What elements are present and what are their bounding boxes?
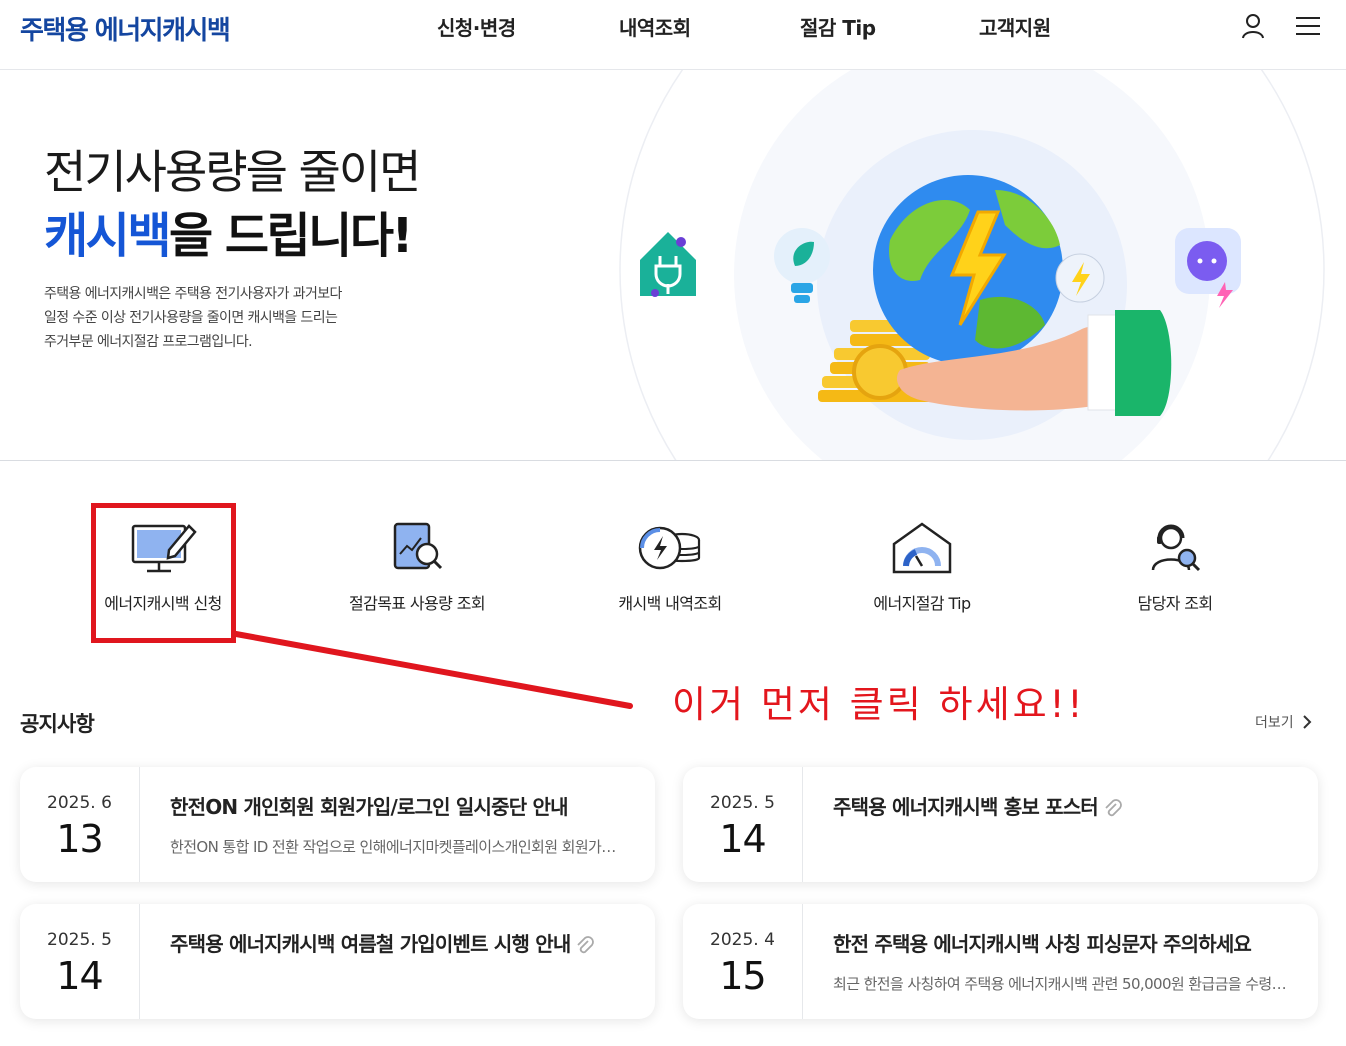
hero-title-line1: 전기사용량을 줄이면 <box>44 145 422 199</box>
notice-title: 한전ON 개인회원 회원가입/로그인 일시중단 안내 <box>170 795 569 819</box>
notice-day: 14 <box>719 817 766 861</box>
attachment-icon <box>1105 798 1122 816</box>
notice-date: 2025. 5 14 <box>683 767 803 882</box>
report-search-icon <box>393 522 443 570</box>
notice-title: 주택용 에너지캐시백 여름철 가입이벤트 시행 안내 <box>170 932 571 956</box>
energy-badge-icon <box>1055 253 1105 303</box>
nav-support[interactable]: 고객지원 <box>979 12 1051 41</box>
notice-card[interactable]: 2025. 5 14 주택용 에너지캐시백 홍보 포스터 <box>683 767 1318 882</box>
hero-title-line2: 캐시백을 드립니다! <box>44 196 413 266</box>
notice-title-row: 주택용 에너지캐시백 여름철 가입이벤트 시행 안내 <box>170 928 596 957</box>
highlight-box <box>91 503 236 643</box>
notice-summary: 최근 한전을 사칭하여 주택용 에너지캐시백 관련 50,000원 환급금을 수… <box>833 975 1288 993</box>
notice-day: 15 <box>719 954 766 998</box>
nav-history[interactable]: 내역조회 <box>619 12 691 41</box>
more-link[interactable]: 더보기 <box>1255 712 1294 732</box>
hero-title-rest: 을 드립니다! <box>168 208 413 264</box>
notice-title: 주택용 에너지캐시백 홍보 포스터 <box>833 795 1099 819</box>
notice-title-row: 주택용 에너지캐시백 홍보 포스터 <box>833 791 1124 820</box>
hero-description: 주택용 에너지캐시백은 주택용 전기사용자가 과거보다 일정 수준 이상 전기사… <box>44 282 404 354</box>
hero-title-accent: 캐시백 <box>44 208 171 264</box>
notice-date: 2025. 4 15 <box>683 904 803 1019</box>
site-header: 주택용 에너지캐시백 신청·변경 내역조회 절감 Tip 고객지원 <box>0 0 1346 70</box>
attachment-icon <box>577 935 595 953</box>
hero-desc-line: 일정 수준 이상 전기사용량을 줄이면 캐시백을 드리는 <box>44 310 338 326</box>
house-gauge-icon <box>892 522 952 574</box>
notice-year-month: 2025. 5 <box>47 930 112 950</box>
chevron-right-icon[interactable] <box>1300 713 1314 731</box>
user-icon[interactable] <box>1237 10 1269 42</box>
quick-menu-saving-tip[interactable]: 에너지절감 Tip <box>822 520 1022 630</box>
site-logo[interactable]: 주택용 에너지캐시백 <box>20 10 231 47</box>
globe-icon <box>873 175 1063 365</box>
notice-title: 한전 주택용 에너지캐시백 사칭 피싱문자 주의하세요 <box>833 932 1252 956</box>
notice-year-month: 2025. 6 <box>47 793 112 813</box>
lightning-coins-icon <box>638 526 701 570</box>
smart-house-icon <box>640 232 696 297</box>
hero-banner: 전기사용량을 줄이면 캐시백을 드립니다! 주택용 에너지캐시백은 주택용 전기… <box>0 70 1346 461</box>
agent-search-icon <box>1151 524 1201 572</box>
hero-illustration <box>619 70 1325 460</box>
notice-day: 13 <box>56 817 103 861</box>
annotation-text: 이거 먼저 클릭 하세요!! <box>672 683 1086 726</box>
notice-card[interactable]: 2025. 6 13 한전ON 개인회원 회원가입/로그인 일시중단 안내 한전… <box>20 767 655 882</box>
menu-icon[interactable] <box>1292 10 1324 42</box>
notice-date: 2025. 6 13 <box>20 767 140 882</box>
notice-section-title: 공지사항 <box>20 712 95 736</box>
notice-year-month: 2025. 4 <box>710 930 775 950</box>
quick-menu-label: 담당자 조회 <box>1137 594 1213 613</box>
nav-apply-change[interactable]: 신청·변경 <box>437 12 516 41</box>
quick-menu-target-usage[interactable]: 절감목표 사용량 조회 <box>317 520 517 630</box>
quick-menu-label: 에너지절감 Tip <box>873 594 971 613</box>
notice-year-month: 2025. 5 <box>710 793 775 813</box>
hero-desc-line: 주택용 에너지캐시백은 주택용 전기사용자가 과거보다 <box>44 286 342 302</box>
quick-menu-cashback-history[interactable]: 캐시백 내역조회 <box>570 520 770 630</box>
nav-saving-tip[interactable]: 절감 Tip <box>800 12 876 41</box>
quick-menu-agent[interactable]: 담당자 조회 <box>1075 520 1275 630</box>
notice-date: 2025. 5 14 <box>20 904 140 1019</box>
quick-menu-label: 절감목표 사용량 조회 <box>348 594 486 613</box>
notice-summary: 한전ON 통합 ID 전환 작업으로 인해에너지마켓플레이스개인회원 회원가입 … <box>170 838 625 856</box>
hero-desc-line: 주거부문 에너지절감 프로그램입니다. <box>44 334 253 350</box>
quick-menu-label: 캐시백 내역조회 <box>618 594 722 613</box>
notice-day: 14 <box>56 954 103 998</box>
notice-card[interactable]: 2025. 5 14 주택용 에너지캐시백 여름철 가입이벤트 시행 안내 <box>20 904 655 1019</box>
notice-card[interactable]: 2025. 4 15 한전 주택용 에너지캐시백 사칭 피싱문자 주의하세요 최… <box>683 904 1318 1019</box>
